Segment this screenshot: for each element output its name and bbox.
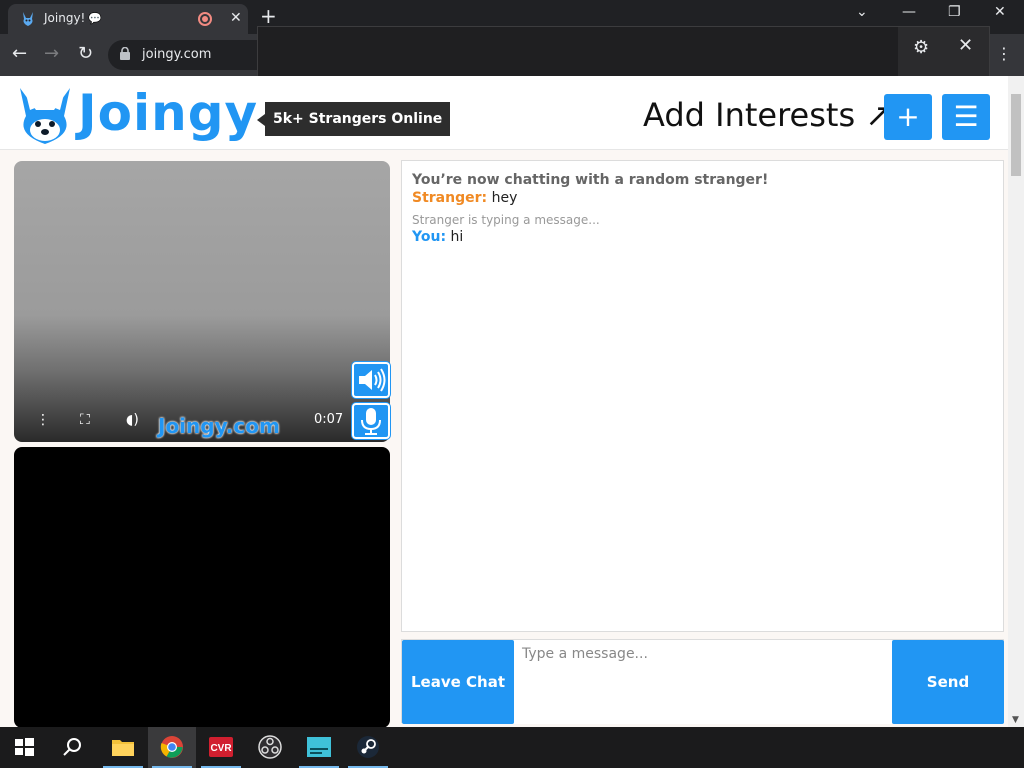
url-text: joingy.com [142, 47, 212, 62]
gear-icon[interactable]: ⚙ [913, 37, 929, 58]
message-input[interactable] [514, 640, 892, 724]
windows-taskbar: CVR [0, 727, 1024, 768]
address-bar[interactable]: joingy.com [108, 40, 258, 70]
message-author: You [412, 229, 441, 245]
browser-tab[interactable]: Joingy! 💬 ✕ [8, 4, 248, 34]
taskbar-app-icon [307, 737, 331, 757]
file-explorer-icon [112, 740, 134, 756]
new-tab-button[interactable]: + [260, 4, 277, 28]
chat-message: Stranger: hey [412, 190, 518, 206]
video-options-icon[interactable]: ⋮ [36, 412, 50, 428]
scrollbar-thumb[interactable] [1011, 94, 1021, 176]
chat-log: You’re now chatting with a random strang… [401, 160, 1004, 632]
chrome-icon [160, 736, 183, 758]
fullscreen-icon[interactable]: ⛶ [80, 412, 90, 428]
video-watermark: Joingy.com [158, 414, 280, 438]
joingy-favicon-icon [23, 12, 33, 26]
windows-start-icon [15, 738, 34, 756]
speaker-toggle-button[interactable] [352, 362, 390, 398]
compose-bar: Leave Chat Send [401, 639, 1004, 724]
self-video [14, 447, 390, 728]
volume-icon[interactable]: ◖) [126, 412, 139, 428]
scroll-down-icon[interactable]: ▼ [1012, 715, 1019, 725]
taskbar-file-explorer[interactable] [99, 727, 147, 768]
reload-icon[interactable]: ↻ [78, 43, 93, 64]
lock-icon [120, 47, 130, 60]
taskbar-obs[interactable] [246, 727, 294, 768]
speaker-icon [359, 368, 386, 392]
cvr-icon: CVR [209, 737, 233, 757]
back-icon[interactable]: ← [12, 43, 27, 64]
taskbar-steam[interactable] [344, 727, 392, 768]
tab-close-icon[interactable]: ✕ [230, 10, 242, 26]
tab-title: Joingy! [44, 11, 86, 25]
steam-icon [357, 736, 379, 758]
leave-chat-button[interactable]: Leave Chat [402, 640, 514, 724]
chat-message: You: hi [412, 229, 464, 245]
svg-text:CVR: CVR [210, 743, 232, 754]
send-button[interactable]: Send [892, 640, 1004, 724]
recording-indicator-icon [198, 12, 212, 26]
forward-icon[interactable]: → [44, 43, 59, 64]
obs-icon [258, 735, 282, 759]
popup-content [258, 27, 898, 79]
page-scrollbar[interactable]: ▼ [1008, 76, 1024, 727]
add-interests-label: Add Interests ↗ [643, 96, 893, 134]
taskbar-app[interactable] [295, 727, 343, 768]
video-time: 0:07 [314, 412, 344, 427]
microphone-toggle-button[interactable] [352, 403, 390, 439]
stranger-video[interactable]: ⋮ ⛶ ◖) Joingy.com 0:07 [14, 161, 390, 442]
windows-start-button[interactable] [0, 727, 48, 768]
microphone-icon [361, 408, 381, 435]
online-count-badge: 5k+ Strangers Online [256, 102, 451, 136]
message-text: hi [450, 229, 464, 245]
joingy-logo[interactable]: Joingy [14, 82, 257, 146]
system-message: You’re now chatting with a random strang… [412, 172, 769, 188]
minimize-button[interactable]: — [902, 4, 916, 20]
menu-button[interactable]: ☰ [942, 94, 990, 140]
site-header: Joingy 5k+ Strangers Online Add Interest… [0, 76, 1008, 150]
logo-text: Joingy [78, 84, 259, 142]
add-interests-button[interactable]: + [884, 94, 932, 140]
taskbar-search-button[interactable] [48, 727, 96, 768]
tab-search-icon[interactable]: ⌄ [856, 4, 868, 20]
browser-menu-icon[interactable]: ⋮ [996, 44, 1012, 63]
video-controls: ⋮ ⛶ ◖) Joingy.com 0:07 [14, 392, 390, 442]
message-text: hey [491, 190, 518, 206]
restore-button[interactable]: ❐ [948, 4, 961, 20]
taskbar-chrome[interactable] [148, 727, 196, 768]
taskbar-cvr[interactable]: CVR [197, 727, 245, 768]
bunny-logo-icon [20, 88, 70, 144]
message-author: Stranger [412, 190, 482, 206]
chat-bubble-icon: 💬 [88, 12, 102, 25]
typing-indicator: Stranger is typing a message... [412, 213, 600, 227]
popup-close-icon[interactable]: ✕ [958, 35, 973, 56]
window-close-button[interactable]: ✕ [994, 4, 1006, 20]
search-icon [63, 738, 81, 756]
